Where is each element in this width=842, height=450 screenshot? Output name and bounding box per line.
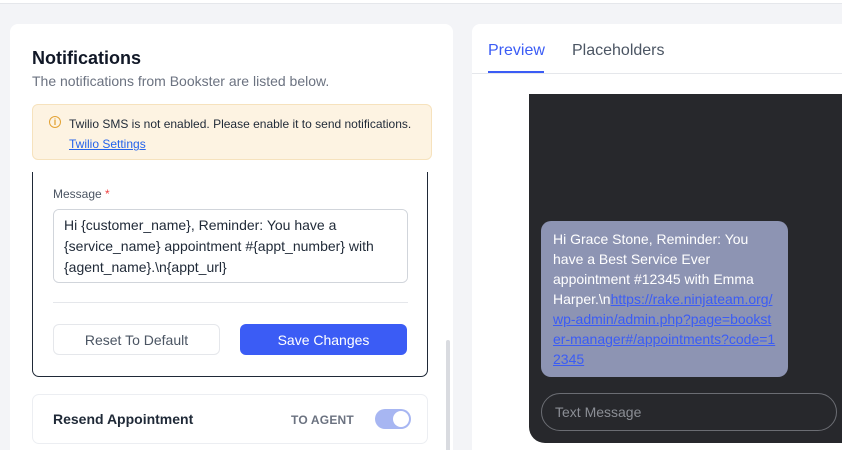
info-icon: i <box>49 116 61 128</box>
page-subtitle: The notifications from Bookster are list… <box>32 73 330 89</box>
required-mark: * <box>105 187 110 201</box>
phone-preview: Hi Grace Stone, Reminder: You have a Bes… <box>529 94 842 443</box>
twilio-alert: i Twilio SMS is not enabled. Please enab… <box>32 104 432 160</box>
sms-bubble: Hi Grace Stone, Reminder: You have a Bes… <box>541 221 788 377</box>
message-label: Message * <box>53 187 110 201</box>
alert-text-block: Twilio SMS is not enabled. Please enable… <box>69 114 419 154</box>
preview-panel: Preview Placeholders Hi Grace Stone, Rem… <box>472 24 842 450</box>
to-agent-label: TO AGENT <box>291 413 354 427</box>
tab-preview[interactable]: Preview <box>488 42 545 60</box>
notifications-panel: Notifications The notifications from Boo… <box>10 24 453 450</box>
active-tab-indicator <box>488 71 544 73</box>
scrollbar[interactable] <box>446 340 450 450</box>
message-card: Message * Hi {customer_name}, Reminder: … <box>32 172 428 377</box>
resend-toggle[interactable] <box>375 409 411 429</box>
message-textarea[interactable]: Hi {customer_name}, Reminder: You have a… <box>53 209 408 283</box>
text-message-input[interactable] <box>541 393 837 431</box>
divider <box>53 302 408 303</box>
message-label-text: Message <box>53 187 102 201</box>
tab-placeholders[interactable]: Placeholders <box>572 42 665 60</box>
resend-appointment-label: Resend Appointment <box>53 411 194 427</box>
reset-to-default-button[interactable]: Reset To Default <box>53 324 220 355</box>
toggle-knob <box>393 411 409 427</box>
top-strip <box>0 0 842 4</box>
page-title: Notifications <box>32 48 142 68</box>
alert-message: Twilio SMS is not enabled. Please enable… <box>69 117 412 131</box>
save-changes-button[interactable]: Save Changes <box>240 324 407 355</box>
twilio-settings-link[interactable]: Twilio Settings <box>69 137 146 151</box>
preview-tabs: Preview Placeholders <box>472 24 842 74</box>
resend-appointment-row: Resend Appointment TO AGENT <box>32 394 428 444</box>
